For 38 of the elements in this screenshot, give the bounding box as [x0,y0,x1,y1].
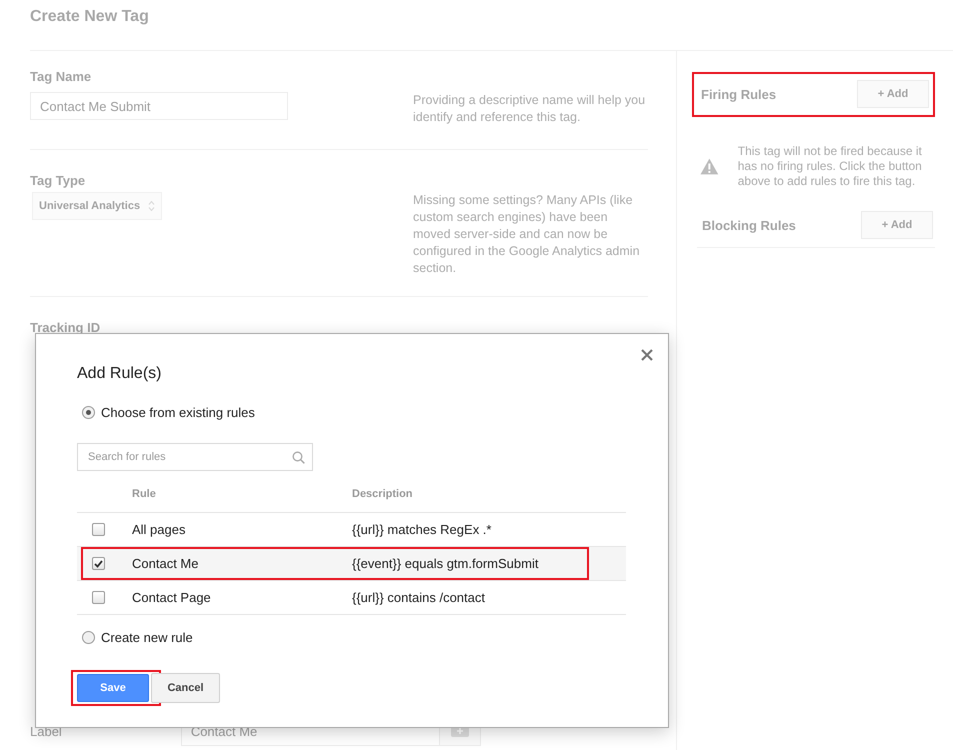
help-text: Missing some settings? Many APIs (like custom search engines) have been moved server-side and can now be configured in the Google Analytics admin section. [413,192,641,277]
table-cell: All pages [132,522,186,537]
save-button[interactable]: Save [77,674,149,702]
radio-button[interactable] [82,406,95,418]
section-title: Firing Rules [701,86,776,102]
cancel-button[interactable]: Cancel [151,673,220,703]
page-title: Create New Tag [30,8,149,26]
field-label: Label [30,724,62,738]
radio-label[interactable]: Choose from existing rules [101,404,255,420]
column-header: Description [352,488,413,500]
field-label: Tag Name [30,69,92,85]
checkbox[interactable] [92,557,105,570]
radio-button[interactable] [82,630,95,644]
table-cell: {{event}} equals gtm.formSubmit [352,556,538,571]
tag-name-field[interactable]: Contact Me Submit [30,92,288,120]
help-text: Providing a descriptive name will help you identify and reference this tag. [413,92,646,126]
section-title: Blocking Rules [702,218,796,232]
table-cell: {{url}} matches RegEx .* [352,522,492,537]
column-header: Rule [132,488,156,500]
warning-text: This tag will not be fired because it has no firing rules. Click the button above to add rules to fire this tag. [738,144,923,189]
dialog-title: Add Rule(s) [77,364,162,384]
radio-label[interactable]: Create new rule [101,630,193,644]
warning-icon [700,158,719,175]
add-button[interactable]: + Add [857,80,929,108]
close-icon [641,349,653,361]
tag-type-select[interactable]: Universal Analytics [32,192,162,220]
field-label: Tag Type [30,173,86,189]
table-cell: Contact Me [132,556,198,571]
table-cell: Contact Page [132,590,211,605]
checkbox[interactable] [92,591,105,604]
add-button[interactable]: + Add [861,211,933,239]
checkbox[interactable] [92,523,105,536]
search-icon [292,451,305,464]
close-button[interactable] [640,349,654,363]
table-cell: {{url}} contains /contact [352,590,485,605]
field-label: Tracking ID [30,320,100,336]
updown-icon [148,200,156,212]
search-field[interactable]: Search for rules [77,443,313,471]
